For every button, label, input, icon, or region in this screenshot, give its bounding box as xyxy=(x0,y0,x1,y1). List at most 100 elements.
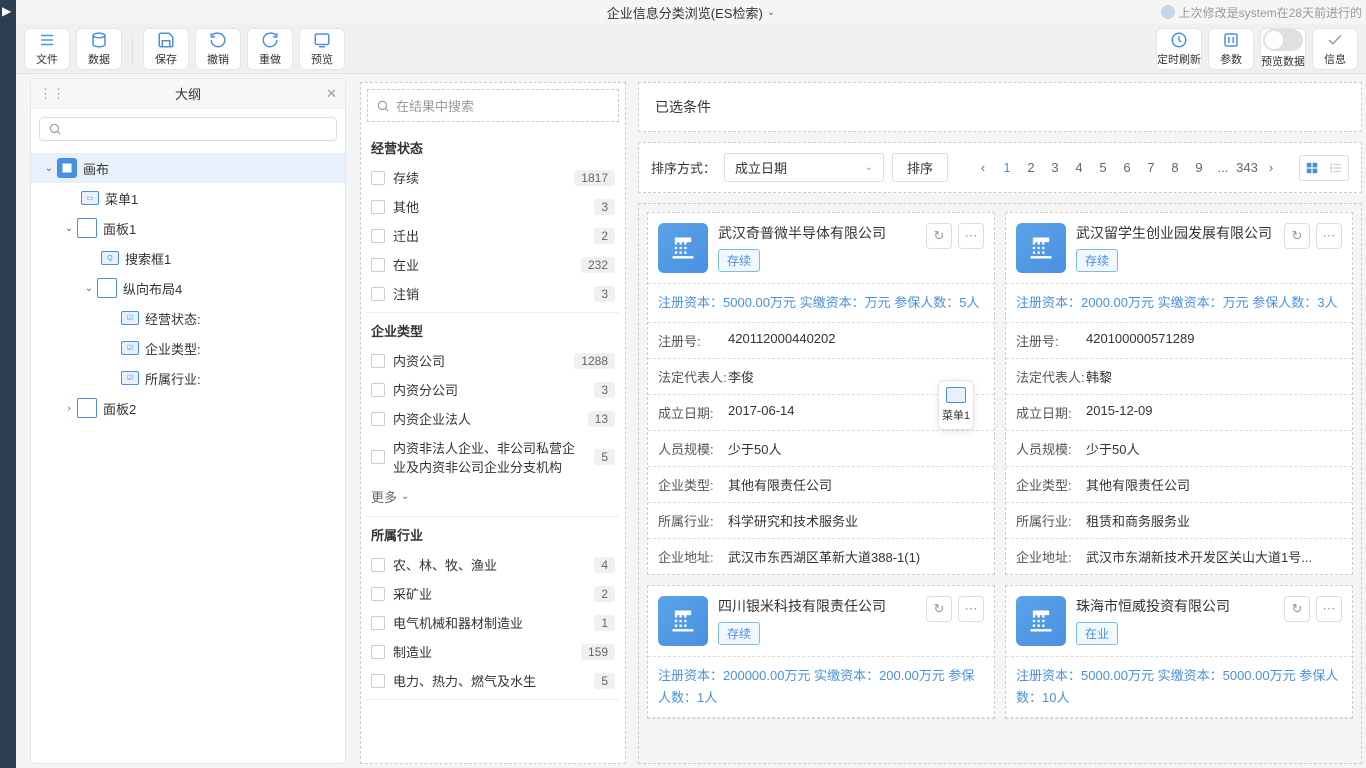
close-icon[interactable]: ✕ xyxy=(326,86,337,102)
refresh-icon[interactable]: ↻ xyxy=(926,596,952,622)
outline-search-input[interactable] xyxy=(39,117,337,141)
page-item[interactable]: 343 xyxy=(1237,157,1257,179)
page-item[interactable]: 2 xyxy=(1021,157,1041,179)
checkbox-icon[interactable] xyxy=(371,587,385,601)
facet-label: 电力、热力、燃气及水生 xyxy=(393,671,586,690)
more-icon[interactable]: ⋯ xyxy=(1316,223,1342,249)
checkbox-icon[interactable] xyxy=(371,200,385,214)
page-item[interactable]: ... xyxy=(1213,157,1233,179)
card-row: 成立日期:2015-12-09 xyxy=(1006,395,1352,431)
facet-more[interactable]: 更多 ⌄ xyxy=(367,481,619,512)
tree-panel1[interactable]: ⌄面板1 xyxy=(31,213,345,243)
left-rail: ▶ xyxy=(0,0,16,768)
avatar-icon xyxy=(1161,5,1175,19)
sort-button[interactable]: 排序 xyxy=(892,153,948,182)
more-icon[interactable]: ⋯ xyxy=(958,223,984,249)
sort-select[interactable]: 成立日期⌄ xyxy=(724,153,884,182)
checkbox-icon[interactable] xyxy=(371,383,385,397)
company-card[interactable]: 武汉留学生创业园发展有限公司存续↻⋯注册资本：2000.00万元 实缴资本：万元… xyxy=(1005,212,1353,575)
facet-item[interactable]: 在业232 xyxy=(367,250,619,279)
facet-item[interactable]: 注销3 xyxy=(367,279,619,308)
checkbox-icon[interactable] xyxy=(371,171,385,185)
list-view-icon[interactable] xyxy=(1327,159,1345,177)
page-item[interactable]: 3 xyxy=(1045,157,1065,179)
checkbox-icon[interactable] xyxy=(371,645,385,659)
preview-data-button[interactable]: 预览数据 xyxy=(1260,28,1306,70)
company-card[interactable]: 四川银米科技有限责任公司存续↻⋯注册资本：200000.00万元 实缴资本：20… xyxy=(647,585,995,719)
checkbox-icon[interactable] xyxy=(371,229,385,243)
facet-item[interactable]: 农、林、牧、渔业4 xyxy=(367,550,619,579)
card-row: 法定代表人:韩黎 xyxy=(1006,359,1352,395)
save-button[interactable]: 保存 xyxy=(143,28,189,70)
facet-item[interactable]: 电气机械和器材制造业1 xyxy=(367,608,619,637)
facet-count: 1288 xyxy=(574,353,615,369)
checkbox-icon[interactable] xyxy=(371,412,385,426)
page-item[interactable]: 6 xyxy=(1117,157,1137,179)
page-item[interactable]: 8 xyxy=(1165,157,1185,179)
selected-conditions: 已选条件 xyxy=(638,82,1362,132)
refresh-icon[interactable]: ↻ xyxy=(1284,223,1310,249)
tree-searchbox1[interactable]: Q搜索框1 xyxy=(31,243,345,273)
page-item[interactable]: 7 xyxy=(1141,157,1161,179)
checkbox-icon[interactable] xyxy=(371,674,385,688)
params-button[interactable]: 参数 xyxy=(1208,28,1254,70)
checkbox-icon[interactable] xyxy=(371,258,385,272)
tree-menu1[interactable]: ▭菜单1 xyxy=(31,183,345,213)
refresh-icon[interactable]: ↻ xyxy=(1284,596,1310,622)
page-item[interactable]: 9 xyxy=(1189,157,1209,179)
toggle-switch[interactable] xyxy=(1263,29,1303,51)
checkbox-icon[interactable] xyxy=(371,450,385,464)
card-row: 企业类型:其他有限责任公司 xyxy=(1006,467,1352,503)
info-button[interactable]: 信息 xyxy=(1312,28,1358,70)
card-row: 注册号:420112000440202 xyxy=(648,323,994,359)
file-button[interactable]: 文件 xyxy=(24,28,70,70)
redo-button[interactable]: 重做 xyxy=(247,28,293,70)
facet-item[interactable]: 采矿业2 xyxy=(367,579,619,608)
checkbox-icon[interactable] xyxy=(371,287,385,301)
tree-canvas[interactable]: ⌄画布 xyxy=(31,153,345,183)
outline-title: 大纲 xyxy=(175,84,201,103)
data-button[interactable]: 数据 xyxy=(76,28,122,70)
page-prev[interactable]: ‹ xyxy=(973,157,993,179)
more-icon[interactable]: ⋯ xyxy=(958,596,984,622)
facet-item[interactable]: 内资分公司3 xyxy=(367,375,619,404)
company-card[interactable]: 珠海市恒威投资有限公司在业↻⋯注册资本：5000.00万元 实缴资本：5000.… xyxy=(1005,585,1353,719)
facet-item[interactable]: 迁出2 xyxy=(367,221,619,250)
undo-button[interactable]: 撤销 xyxy=(195,28,241,70)
facet-item[interactable]: 存续1817 xyxy=(367,163,619,192)
tree-bizstate[interactable]: ☑经营状态: xyxy=(31,303,345,333)
company-logo-icon xyxy=(1016,223,1066,273)
tree-industry[interactable]: ☑所属行业: xyxy=(31,363,345,393)
checkbox-icon[interactable] xyxy=(371,616,385,630)
facet-item[interactable]: 内资公司1288 xyxy=(367,346,619,375)
page-item[interactable]: 5 xyxy=(1093,157,1113,179)
facet-count: 1 xyxy=(594,615,615,631)
tree-vlayout4[interactable]: ⌄纵向布局4 xyxy=(31,273,345,303)
page-title[interactable]: 企业信息分类浏览(ES检索)⌄ xyxy=(607,3,775,22)
timer-refresh-button[interactable]: 定时刷新 xyxy=(1156,28,1202,70)
float-menu[interactable]: 菜单1 xyxy=(938,380,974,430)
refresh-icon[interactable]: ↻ xyxy=(926,223,952,249)
facet-item[interactable]: 电力、热力、燃气及水生 5 xyxy=(367,666,619,695)
tree-enttype[interactable]: ☑企业类型: xyxy=(31,333,345,363)
facet-count: 2 xyxy=(594,586,615,602)
card-row: 所属行业:科学研究和技术服务业 xyxy=(648,503,994,539)
checkbox-icon[interactable] xyxy=(371,354,385,368)
page-next[interactable]: › xyxy=(1261,157,1281,179)
checkbox-icon[interactable] xyxy=(371,558,385,572)
preview-button[interactable]: 预览 xyxy=(299,28,345,70)
facet-item[interactable]: 内资非法人企业、非公司私营企业及内资非公司企业分支机构5 xyxy=(367,433,619,481)
page-item[interactable]: 4 xyxy=(1069,157,1089,179)
facet-item[interactable]: 内资企业法人13 xyxy=(367,404,619,433)
tree-panel2[interactable]: ›面板2 xyxy=(31,393,345,423)
grid-view-icon[interactable] xyxy=(1303,159,1321,177)
more-icon[interactable]: ⋯ xyxy=(1316,596,1342,622)
result-search-input[interactable]: 在结果中搜索 xyxy=(367,89,619,122)
facet-count: 5 xyxy=(594,673,615,689)
main-area: 在结果中搜索 经营状态存续1817其他3迁出2在业232注销3企业类型内资公司1… xyxy=(360,82,1362,764)
card-row: 企业地址:武汉市东湖新技术开发区关山大道1号... xyxy=(1006,539,1352,574)
facet-item[interactable]: 其他3 xyxy=(367,192,619,221)
expand-rail-icon[interactable]: ▶ xyxy=(0,0,16,22)
facet-item[interactable]: 制造业159 xyxy=(367,637,619,666)
page-item[interactable]: 1 xyxy=(997,157,1017,179)
